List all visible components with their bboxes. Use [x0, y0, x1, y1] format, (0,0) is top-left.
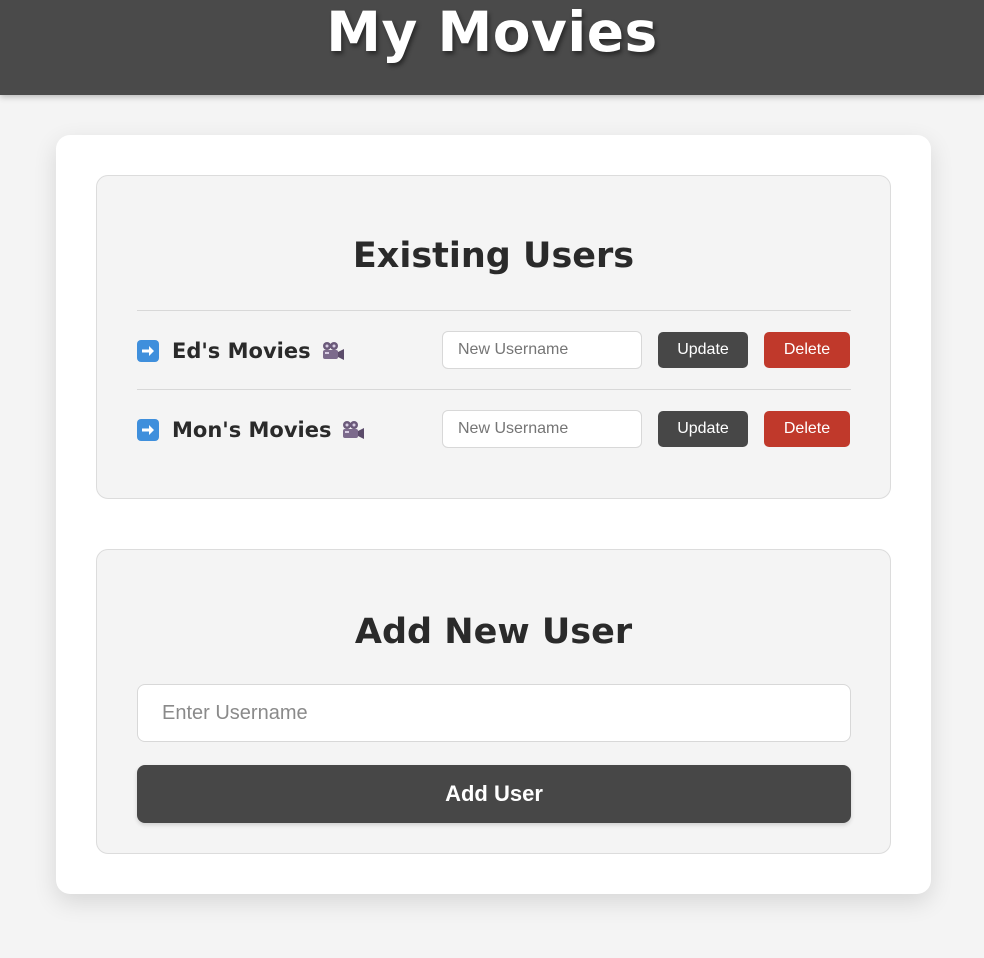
new-username-input[interactable]: [442, 331, 642, 369]
page-title: My Movies: [326, 0, 658, 64]
user-row: Ed's Movies Update: [137, 310, 851, 389]
right-arrow-icon: [137, 419, 159, 441]
user-name: Mon's Movies: [137, 417, 365, 443]
delete-button[interactable]: Delete: [764, 332, 850, 368]
app-header: My Movies: [0, 0, 984, 95]
user-name-label: Mon's Movies: [172, 418, 332, 442]
movie-camera-icon: [341, 419, 365, 441]
user-name-label: Ed's Movies: [172, 339, 311, 363]
add-user-heading: Add New User: [354, 612, 633, 652]
existing-users-panel: Existing Users Ed's Movies New Username …: [96, 175, 891, 499]
user-list: Ed's Movies Update: [137, 310, 851, 468]
user-name: Ed's Movies: [137, 338, 345, 364]
add-user-panel: Add New User Add User: [96, 549, 891, 854]
delete-button[interactable]: Delete: [764, 411, 850, 447]
add-user-button[interactable]: Add User: [137, 765, 851, 823]
main-card: Existing Users Ed's Movies New Username …: [56, 135, 931, 894]
user-row: Mon's Movies Update: [137, 389, 851, 468]
movie-camera-icon: [321, 340, 345, 362]
new-username-input[interactable]: [442, 410, 642, 448]
right-arrow-icon: [137, 340, 159, 362]
update-button[interactable]: Update: [658, 411, 748, 447]
username-input[interactable]: [137, 684, 851, 742]
existing-users-heading: Existing Users: [352, 236, 635, 276]
update-button[interactable]: Update: [658, 332, 748, 368]
